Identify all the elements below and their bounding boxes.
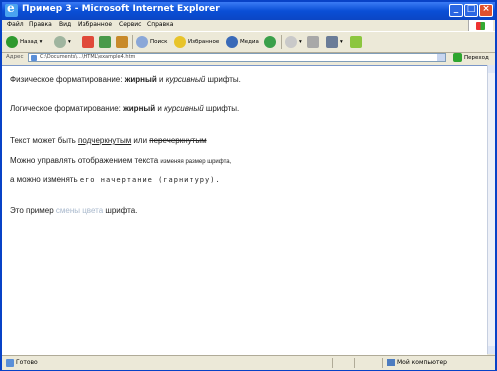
title-bar: Пример 3 - Microsoft Internet Explorer _… [2, 1, 495, 20]
favorites-star-icon [174, 36, 186, 48]
status-bar: Готово Мой компьютер [2, 355, 495, 370]
address-dropdown-icon[interactable] [437, 54, 445, 61]
status-divider [354, 358, 355, 368]
go-button[interactable]: Переход [453, 53, 489, 62]
print-icon [307, 36, 319, 48]
media-button[interactable]: Медиа [226, 35, 259, 49]
page-status-icon [6, 359, 14, 367]
vertical-scrollbar[interactable] [487, 65, 495, 354]
text-line-typeface: а можно изменять его начертание (гарниту… [10, 175, 221, 184]
menu-view[interactable]: Вид [59, 21, 71, 28]
refresh-icon [99, 36, 111, 48]
menu-edit[interactable]: Правка [29, 21, 52, 28]
status-divider [382, 358, 383, 368]
home-icon [116, 36, 128, 48]
page-icon [31, 55, 37, 61]
page-content: Физическое форматирование: жирный и курс… [2, 65, 487, 355]
browser-window: Пример 3 - Microsoft Internet Explorer _… [0, 0, 497, 371]
toolbar-separator [281, 35, 282, 49]
scroll-down-icon[interactable] [488, 346, 495, 354]
address-bar: Адрес C:\Documents\...\HTML\example4.htm… [2, 52, 495, 64]
back-arrow-icon [6, 36, 18, 48]
toolbar: Назад ▾ ▾ Поиск Избранное Медиа ▾ ▾ [2, 31, 495, 53]
status-text: Готово [16, 359, 38, 366]
text-line-color: Это пример смены цвета шрифта. [10, 206, 138, 215]
address-input[interactable]: C:\Documents\...\HTML\example4.htm [28, 53, 446, 62]
text-line-decoration: Текст может быть подчеркнутым или перече… [10, 136, 207, 145]
text-line-physical: Физическое форматирование: жирный и курс… [10, 75, 241, 84]
minimize-button[interactable]: _ [449, 4, 463, 17]
window-title: Пример 3 - Microsoft Internet Explorer [22, 4, 220, 14]
search-icon [136, 36, 148, 48]
edit-button[interactable]: ▾ [326, 35, 343, 49]
menu-help[interactable]: Справка [147, 21, 173, 28]
security-zone: Мой компьютер [397, 359, 447, 366]
messenger-icon [350, 36, 362, 48]
menu-favorites[interactable]: Избранное [78, 21, 112, 28]
toolbar-separator [132, 35, 133, 49]
edit-icon [326, 36, 338, 48]
stop-button[interactable] [82, 35, 94, 49]
search-button[interactable]: Поиск [136, 35, 167, 49]
media-icon [226, 36, 238, 48]
mail-button[interactable]: ▾ [285, 35, 302, 49]
forward-button[interactable]: ▾ [54, 35, 71, 49]
stop-icon [82, 36, 94, 48]
maximize-button[interactable]: □ [464, 4, 478, 17]
close-button[interactable]: × [479, 4, 493, 17]
history-button[interactable] [264, 35, 276, 49]
favorites-button[interactable]: Избранное [174, 35, 219, 49]
address-label: Адрес [6, 54, 24, 60]
status-divider [332, 358, 333, 368]
scroll-up-icon[interactable] [488, 65, 495, 73]
mail-dropdown-icon[interactable]: ▾ [299, 39, 302, 45]
menu-file[interactable]: Файл [7, 21, 24, 28]
text-line-size: Можно управлять отображением текста изме… [10, 156, 232, 165]
forward-dropdown-icon[interactable]: ▾ [68, 39, 71, 45]
forward-arrow-icon [54, 36, 66, 48]
computer-zone-icon [387, 359, 395, 366]
mail-icon [285, 36, 297, 48]
menu-tools[interactable]: Сервис [119, 21, 141, 28]
print-button[interactable] [307, 35, 319, 49]
history-icon [264, 36, 276, 48]
ie-icon [5, 1, 18, 17]
text-line-logical: Логическое форматирование: жирный и курс… [10, 104, 240, 113]
refresh-button[interactable] [99, 35, 111, 49]
back-dropdown-icon[interactable]: ▾ [40, 39, 43, 45]
home-button[interactable] [116, 35, 128, 49]
menu-bar: Файл Правка Вид Избранное Сервис Справка [2, 20, 495, 31]
edit-dropdown-icon[interactable]: ▾ [340, 39, 343, 45]
back-button[interactable]: Назад ▾ [6, 35, 42, 49]
go-arrow-icon [453, 53, 462, 62]
messenger-button[interactable] [350, 35, 362, 49]
